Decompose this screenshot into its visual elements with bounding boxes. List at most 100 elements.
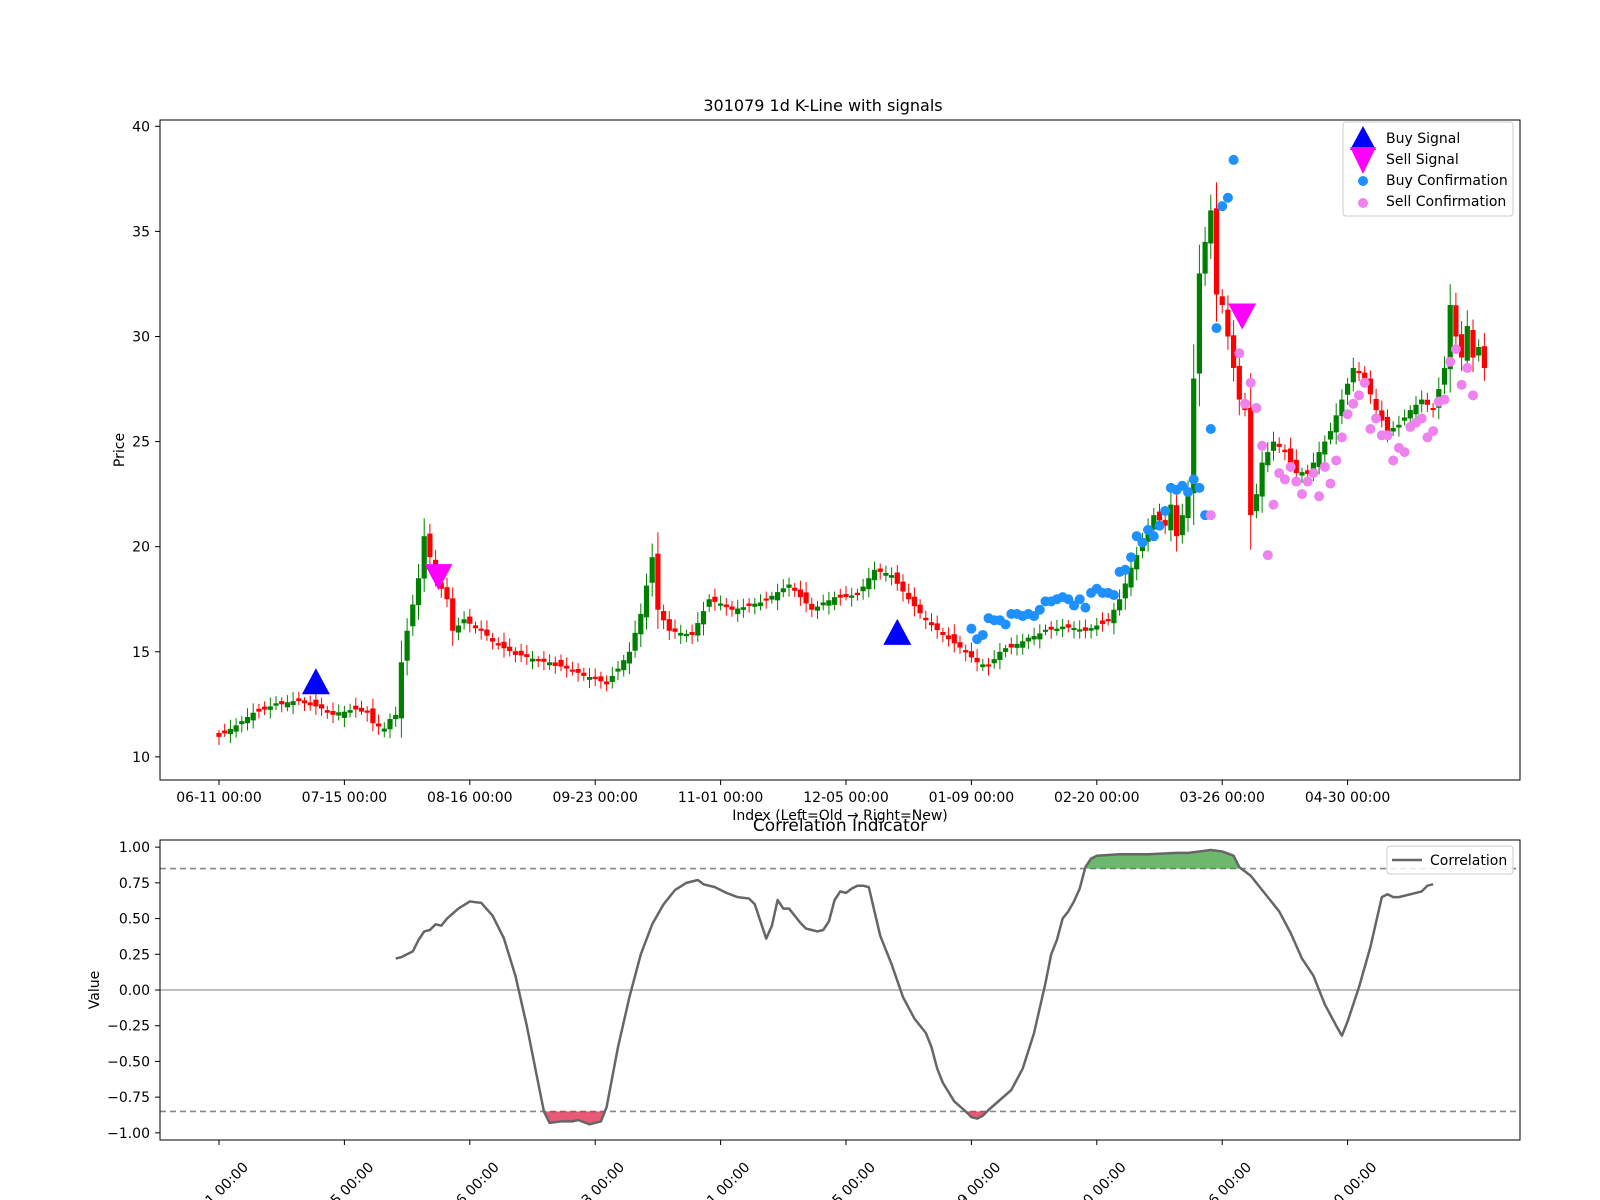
candle-body [911,596,917,607]
candle-body [1088,628,1094,631]
candle-body [1060,626,1066,630]
candle-body [1037,633,1043,640]
sell-confirmation-point [1302,476,1313,487]
candle-body [512,651,518,655]
correlation-y-tick-label: 1.00 [119,840,150,856]
candle-body [353,705,359,710]
candle-body [239,721,245,725]
candle-body [1105,619,1111,622]
candle-body [820,602,826,606]
sell-confirmation-point [1456,379,1467,390]
candle-body [1441,368,1448,385]
buy-confirmation-point [977,629,988,640]
sell-confirmation-point [1257,440,1268,451]
candle-body [398,662,404,719]
sell-confirmation-point [1319,461,1330,472]
candle-body [341,711,347,718]
correlation-y-tick-label: 0.00 [119,983,150,999]
candle-body [1459,334,1465,358]
candle-body [1476,347,1482,356]
kline-x-tick-label: 04-30 00:00 [1305,790,1390,806]
candle-body [900,581,906,592]
candle-body [689,631,695,635]
candle-body [415,578,422,606]
candle-body [735,608,741,615]
sell-confirmation-point [1240,398,1250,409]
sell-confirmation-point [1359,377,1370,388]
candle-body [1356,370,1362,374]
kline-legend: Buy Signal Sell Signal Buy Confirmation … [1342,121,1514,217]
legend-buy-confirmation-label: Buy Confirmation [1386,173,1508,189]
candle-body [655,553,661,610]
candle-body [444,587,450,600]
candle-body [1071,627,1077,631]
candle-body [427,533,433,558]
candle-body [803,592,809,604]
kline-y-tick-label: 30 [132,329,150,345]
sell-confirmation-point [1371,413,1382,424]
candle-body [649,557,655,583]
legend-buy-confirmation-marker [1358,176,1368,186]
buy-confirmation-point [966,623,977,634]
candle-body [957,642,963,648]
candle-body [535,659,541,662]
kline-y-tick-label: 20 [132,540,150,556]
candle-body [1196,273,1202,374]
candle-body [832,597,838,605]
candle-body [780,588,786,593]
candle-body [421,536,427,579]
correlation-y-tick-label: −1.00 [107,1126,150,1142]
candle-body [718,603,724,606]
candle-body [666,619,672,631]
candle-body [1065,624,1071,628]
candle-body [216,732,222,737]
legend-sell-confirmation-marker [1358,198,1368,208]
candle-body [951,634,957,644]
candle-body [700,611,707,625]
candle-body [307,702,313,706]
candle-body [564,665,570,669]
legend-correlation-label: Correlation [1430,853,1507,869]
candle-body [740,607,746,610]
candle-body [1276,443,1282,447]
candle-body [1265,452,1271,466]
candle-body [1384,416,1391,432]
sell-confirmation-point [1262,550,1273,561]
candle-body [1014,643,1020,648]
candle-body [997,651,1003,661]
correlation-y-tick-label: 0.75 [119,876,150,892]
candle-body [1025,637,1031,642]
candle-body [347,710,353,713]
legend-sell-confirmation-label: Sell Confirmation [1386,194,1506,210]
candle-body [1413,404,1419,415]
kline-x-tick-label: 12-05 00:00 [803,790,888,806]
buy-confirmation-point [1194,482,1205,493]
candle-body [1008,643,1014,648]
candle-body [267,706,273,710]
candle-body [1031,636,1037,640]
candle-body [626,651,632,664]
buy-confirmation-point [1183,487,1193,498]
candle-body [410,604,416,627]
candle-body [575,668,581,673]
candle-body [1185,494,1191,518]
candle-body [301,700,308,704]
candle-body [963,650,969,653]
candle-body [364,710,370,713]
sell-confirmation-point [1234,348,1245,359]
candle-body [928,622,935,626]
candle-body [1270,441,1277,451]
candle-body [1213,208,1220,295]
candle-body [484,629,490,636]
candle-body [1259,462,1265,497]
candle-body [1202,241,1208,274]
candle-body [358,707,365,712]
kline-x-tick-label: 11-01 00:00 [678,790,763,806]
correlation-y-label: Value [87,971,103,1009]
candle-body [296,698,302,702]
candle-body [775,592,781,601]
candle-body [1236,365,1242,400]
candle-body [507,646,513,652]
candle-body [1464,325,1470,361]
buy-confirmation-point [1154,520,1165,531]
